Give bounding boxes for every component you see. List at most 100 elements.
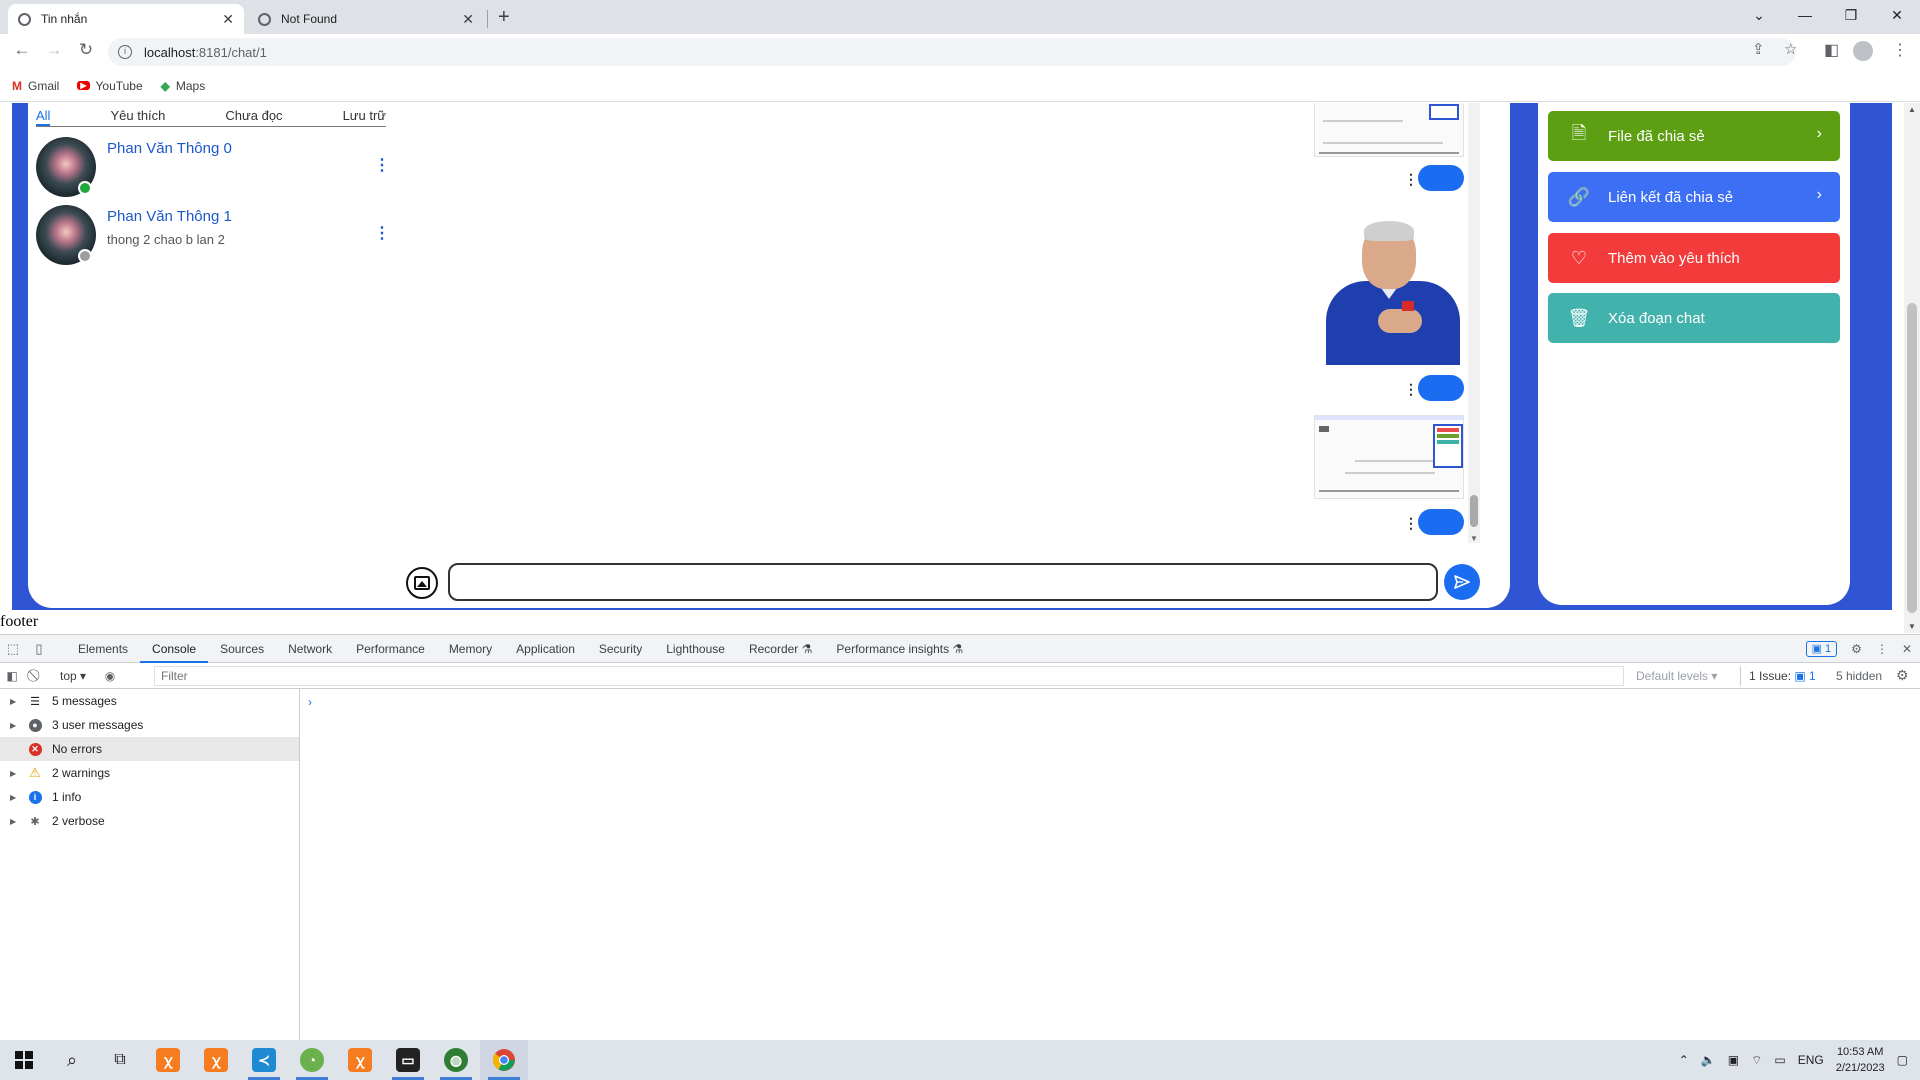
- taskbar-app-springtools[interactable]: ◔: [288, 1040, 336, 1080]
- send-button[interactable]: [1444, 564, 1480, 600]
- site-info-icon[interactable]: i: [118, 45, 132, 59]
- battery-icon[interactable]: ▭: [1774, 1053, 1785, 1067]
- side-panel-icon[interactable]: ◧: [1824, 40, 1839, 60]
- profile-avatar-icon[interactable]: [1853, 41, 1873, 61]
- taskbar-app-terminal[interactable]: ▭: [384, 1040, 432, 1080]
- conversation-item[interactable]: Phan Văn Thông 0 ⋮: [36, 137, 390, 197]
- tab-elements[interactable]: Elements: [66, 635, 140, 663]
- share-icon[interactable]: ⇪: [1752, 40, 1765, 58]
- chevron-up-icon[interactable]: ⌃: [1679, 1053, 1689, 1067]
- more-options-icon[interactable]: ⋮: [1876, 642, 1888, 656]
- message-input[interactable]: [448, 563, 1438, 601]
- delete-chat-button[interactable]: 🗑 Xóa đoạn chat: [1548, 293, 1840, 343]
- sidebar-item-user-messages[interactable]: ▶ ● 3 user messages: [0, 713, 299, 737]
- tab-performance-insights[interactable]: Performance insights ⚗: [824, 635, 975, 663]
- tab-network[interactable]: Network: [276, 635, 344, 663]
- bookmark-maps[interactable]: ◆ Maps: [161, 79, 206, 93]
- console-filter-input[interactable]: [154, 666, 1624, 686]
- conversation-menu-icon[interactable]: ⋮: [374, 155, 390, 175]
- browser-tab-active[interactable]: Tin nhắn ✕: [8, 4, 244, 34]
- issues-counter[interactable]: 1 Issue: ▣ 1: [1740, 666, 1816, 686]
- tab-console[interactable]: Console: [140, 635, 209, 663]
- tab-memory[interactable]: Memory: [437, 635, 504, 663]
- eye-icon[interactable]: ◉: [98, 669, 122, 683]
- address-bar[interactable]: i localhost:8181/chat/1: [108, 38, 1796, 66]
- scroll-up-arrow-icon[interactable]: ▲: [1908, 105, 1916, 114]
- filter-tab-archived[interactable]: Lưu trữ: [343, 105, 386, 126]
- language-bar-icon[interactable]: ▣: [1728, 1053, 1739, 1067]
- console-settings-icon[interactable]: ⚙: [1896, 667, 1909, 684]
- search-button[interactable]: ⌕: [48, 1040, 96, 1080]
- sidebar-item-errors[interactable]: ✕ No errors: [0, 737, 299, 761]
- notification-icon[interactable]: ▢: [1897, 1053, 1908, 1067]
- add-favorite-button[interactable]: ♡ Thêm vào yêu thích: [1548, 233, 1840, 283]
- bookmark-youtube[interactable]: ▶ YouTube: [77, 79, 143, 93]
- console-prompt-icon[interactable]: ›: [308, 695, 312, 709]
- menu-dots-icon[interactable]: ⋮: [1892, 40, 1908, 60]
- filter-tab-unread[interactable]: Chưa đọc: [225, 105, 282, 126]
- close-devtools-icon[interactable]: ✕: [1902, 642, 1912, 656]
- start-button[interactable]: [0, 1040, 48, 1080]
- task-view-button[interactable]: ⧉: [96, 1040, 144, 1080]
- speaker-icon[interactable]: 🔈: [1701, 1053, 1716, 1067]
- restore-button[interactable]: ❐: [1828, 0, 1874, 30]
- close-window-button[interactable]: ✕: [1874, 0, 1920, 30]
- message-bubble[interactable]: [1418, 165, 1464, 191]
- conversation-item[interactable]: Phan Văn Thông 1 thong 2 chao b lan 2 ⋮: [36, 205, 390, 265]
- bookmark-gmail[interactable]: M Gmail: [12, 79, 59, 93]
- tab-application[interactable]: Application: [504, 635, 587, 663]
- filter-tab-all[interactable]: All: [36, 105, 51, 126]
- image-message-screenshot[interactable]: [1314, 415, 1464, 499]
- tab-sources[interactable]: Sources: [208, 635, 276, 663]
- message-options-icon[interactable]: ⋮: [1404, 381, 1418, 398]
- page-scrollbar-thumb[interactable]: [1907, 303, 1917, 613]
- taskbar-app-vscode[interactable]: ≺: [240, 1040, 288, 1080]
- sidebar-item-info[interactable]: ▶ i 1 info: [0, 785, 299, 809]
- tab-security[interactable]: Security: [587, 635, 654, 663]
- close-tab-icon[interactable]: ✕: [222, 11, 234, 28]
- scroll-down-arrow-icon[interactable]: ▼: [1470, 534, 1478, 543]
- minimize-button[interactable]: —: [1782, 0, 1828, 30]
- input-language[interactable]: ENG: [1798, 1053, 1824, 1067]
- taskbar-app-chrome[interactable]: [480, 1040, 528, 1080]
- taskbar-app-xampp[interactable]: ꭓ: [144, 1040, 192, 1080]
- message-options-icon[interactable]: ⋮: [1404, 171, 1418, 188]
- taskbar-app-globe[interactable]: ◍: [432, 1040, 480, 1080]
- clear-console-icon[interactable]: ⃠: [24, 668, 48, 683]
- back-arrow-icon[interactable]: ←: [10, 40, 34, 60]
- tab-search-icon[interactable]: ⌄: [1736, 0, 1782, 30]
- message-bubble[interactable]: [1418, 375, 1464, 401]
- tab-recorder[interactable]: Recorder ⚗: [737, 635, 824, 663]
- scroll-down-arrow-icon[interactable]: ▼: [1908, 622, 1916, 631]
- log-levels-select[interactable]: Default levels ▾: [1636, 669, 1717, 683]
- context-select[interactable]: top ▾: [54, 669, 92, 683]
- close-tab-icon[interactable]: ✕: [462, 11, 474, 28]
- sidebar-item-verbose[interactable]: ▶ ✱ 2 verbose: [0, 809, 299, 833]
- wifi-icon[interactable]: ⌔: [1751, 1053, 1762, 1068]
- chat-scrollbar[interactable]: ▼: [1468, 103, 1480, 543]
- taskbar-app-xampp-2[interactable]: ꭓ: [192, 1040, 240, 1080]
- clock[interactable]: 10:53 AM 2/21/2023: [1836, 1044, 1885, 1076]
- tab-performance[interactable]: Performance: [344, 635, 437, 663]
- conversation-menu-icon[interactable]: ⋮: [374, 223, 390, 243]
- attach-image-button[interactable]: [406, 567, 438, 599]
- bookmark-star-icon[interactable]: ☆: [1784, 40, 1797, 58]
- message-bubble[interactable]: [1418, 509, 1464, 535]
- page-scrollbar[interactable]: ▲ ▼: [1904, 103, 1920, 633]
- device-toolbar-icon[interactable]: ▯: [26, 641, 52, 657]
- browser-tab[interactable]: Not Found ✕: [248, 4, 484, 34]
- message-options-icon[interactable]: ⋮: [1404, 515, 1418, 532]
- new-tab-button[interactable]: +: [498, 6, 510, 29]
- shared-links-button[interactable]: 🔗 Liên kết đã chia sẻ ›: [1548, 172, 1840, 222]
- sidebar-item-messages[interactable]: ▶ ☰ 5 messages: [0, 689, 299, 713]
- image-message-photo[interactable]: [1314, 203, 1464, 365]
- image-message-screenshot[interactable]: [1314, 103, 1464, 157]
- chat-scrollbar-thumb[interactable]: [1470, 495, 1478, 527]
- forward-arrow-icon[interactable]: →: [42, 40, 66, 60]
- inspect-element-icon[interactable]: ⬚: [0, 641, 26, 657]
- tab-lighthouse[interactable]: Lighthouse: [654, 635, 737, 663]
- reload-icon[interactable]: ↻: [74, 40, 98, 60]
- sidebar-toggle-icon[interactable]: ◧: [0, 669, 24, 683]
- sidebar-item-warnings[interactable]: ▶ ⚠ 2 warnings: [0, 761, 299, 785]
- filter-tab-favorites[interactable]: Yêu thích: [110, 105, 165, 126]
